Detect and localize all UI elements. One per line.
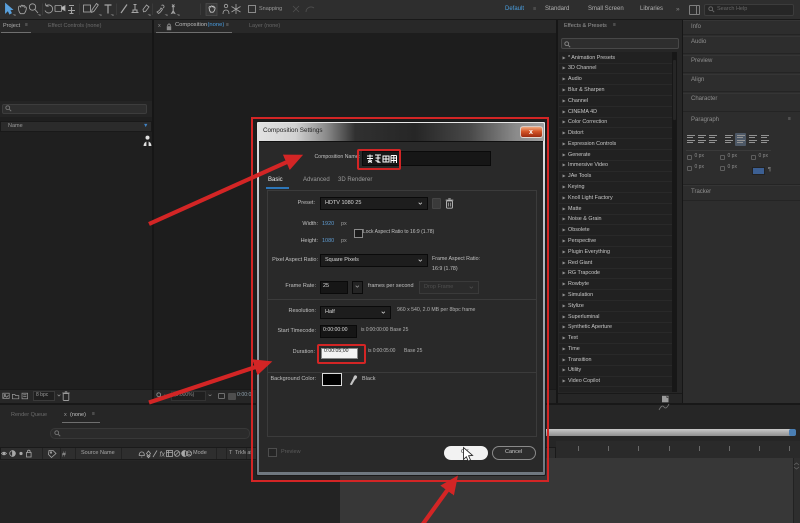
svg-text:#: # — [62, 452, 66, 459]
svg-text:fx: fx — [160, 452, 166, 459]
